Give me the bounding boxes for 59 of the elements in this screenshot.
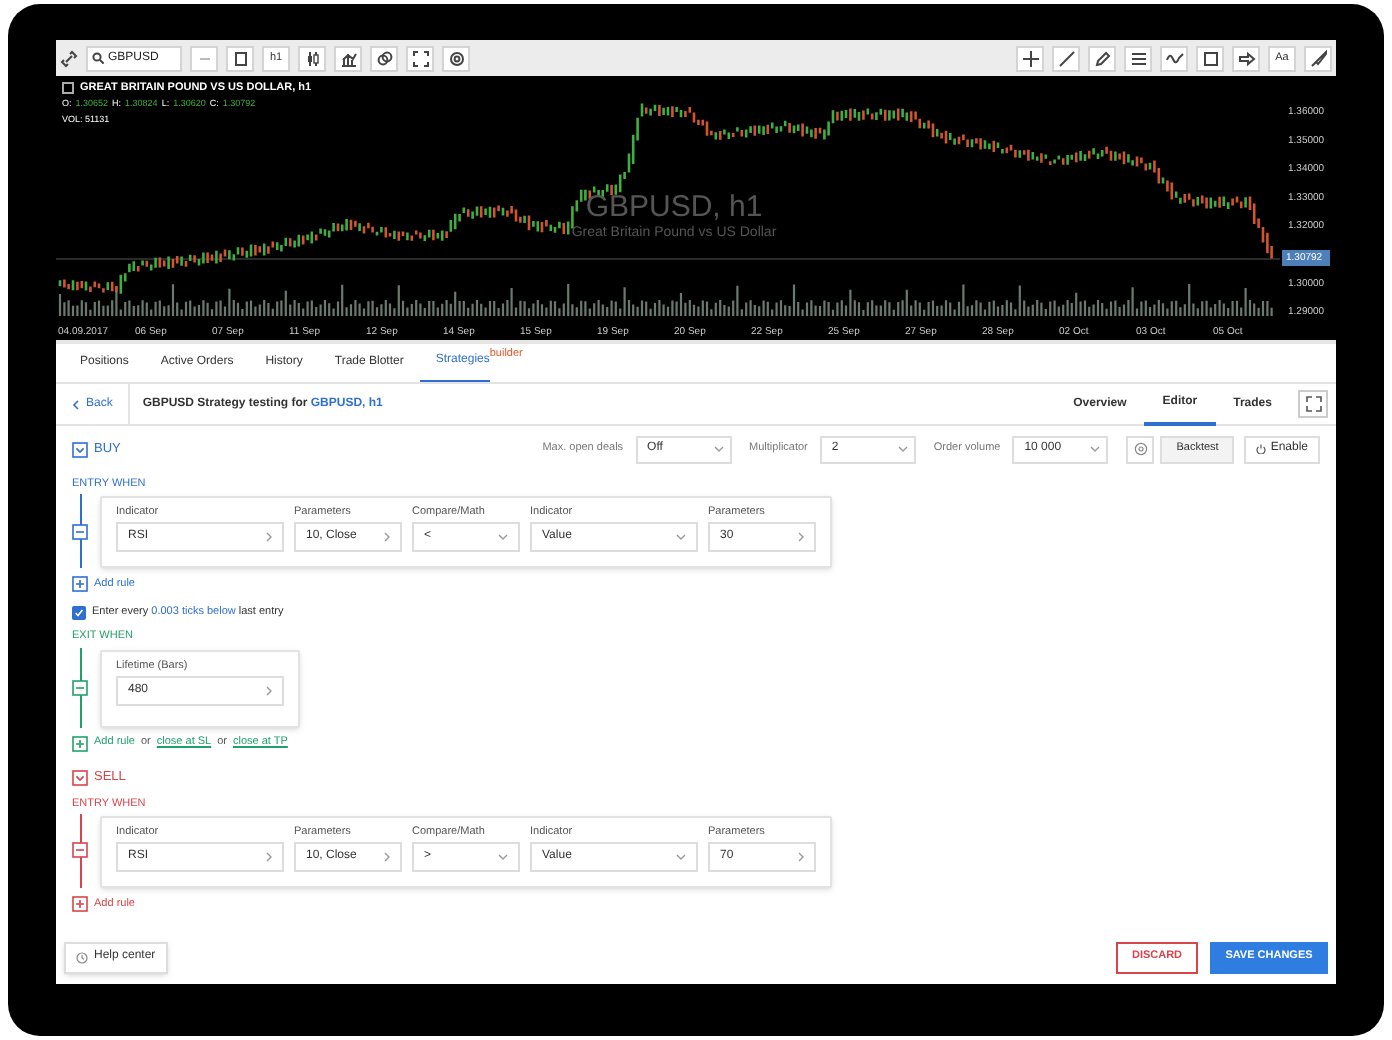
square-button[interactable] <box>226 45 254 71</box>
search-icon <box>92 52 104 64</box>
overlap-button[interactable] <box>370 45 398 71</box>
collapse-button[interactable] <box>62 82 74 95</box>
expand-icon <box>1305 396 1321 412</box>
pencil-button[interactable] <box>1088 45 1116 71</box>
chevron-down-icon <box>676 534 686 541</box>
line-icon <box>1057 49 1075 67</box>
fullscreen-button[interactable] <box>406 45 434 71</box>
link-icon[interactable] <box>60 49 78 67</box>
arrow-button[interactable] <box>1232 45 1260 71</box>
chevron-right-icon <box>266 685 272 695</box>
lines-button[interactable] <box>1124 45 1152 71</box>
chevron-right-icon <box>798 851 804 862</box>
arrow-icon <box>1237 49 1255 67</box>
chevron-right-icon <box>798 532 804 543</box>
plus-icon[interactable] <box>72 895 88 912</box>
lines-icon <box>1129 49 1147 67</box>
rectangle-icon <box>1201 49 1219 67</box>
plus-icon[interactable] <box>72 576 88 593</box>
chevron-down-icon <box>713 446 724 452</box>
chevron-down-icon <box>897 446 908 452</box>
chevron-right-icon <box>266 851 272 862</box>
chevron-down-icon <box>676 853 686 860</box>
chevron-right-icon <box>266 532 272 543</box>
rectangle-button[interactable] <box>1196 45 1224 71</box>
checkmark-icon <box>74 607 84 618</box>
square-icon <box>231 49 249 67</box>
wave-button[interactable] <box>1160 45 1188 71</box>
collapse-icon[interactable] <box>72 441 88 457</box>
candles-icon <box>303 49 321 67</box>
chevron-down-icon <box>1090 446 1101 452</box>
plus-icon[interactable] <box>72 735 88 751</box>
candles-button[interactable] <box>298 45 326 71</box>
chevron-down-icon <box>498 853 508 860</box>
settings-icon <box>447 49 465 67</box>
chevron-right-icon <box>384 532 390 543</box>
checkbox[interactable] <box>72 605 86 620</box>
line-button[interactable] <box>1052 45 1080 71</box>
expand-button[interactable] <box>1298 390 1328 418</box>
indicators-button[interactable] <box>334 45 362 71</box>
crosshair-button[interactable] <box>1016 45 1044 71</box>
brush-icon <box>1309 49 1327 67</box>
settings-icon <box>1133 442 1148 456</box>
fullscreen-icon <box>411 49 429 67</box>
brush-button[interactable] <box>1304 45 1332 71</box>
chart-caption: GBPUSD, h1 <box>585 190 763 224</box>
collapse-icon[interactable] <box>72 770 88 786</box>
clock-icon <box>76 951 88 963</box>
chevron-left-icon <box>72 399 80 409</box>
overlap-icon <box>375 49 393 67</box>
wave-icon <box>1165 49 1183 67</box>
settings-button[interactable] <box>442 45 470 71</box>
pencil-icon <box>1093 49 1111 67</box>
chevron-down-icon <box>498 534 508 541</box>
crosshair-icon <box>1021 49 1039 67</box>
chevron-right-icon <box>384 851 390 862</box>
indicators-icon <box>339 49 357 67</box>
power-icon <box>1256 444 1267 454</box>
